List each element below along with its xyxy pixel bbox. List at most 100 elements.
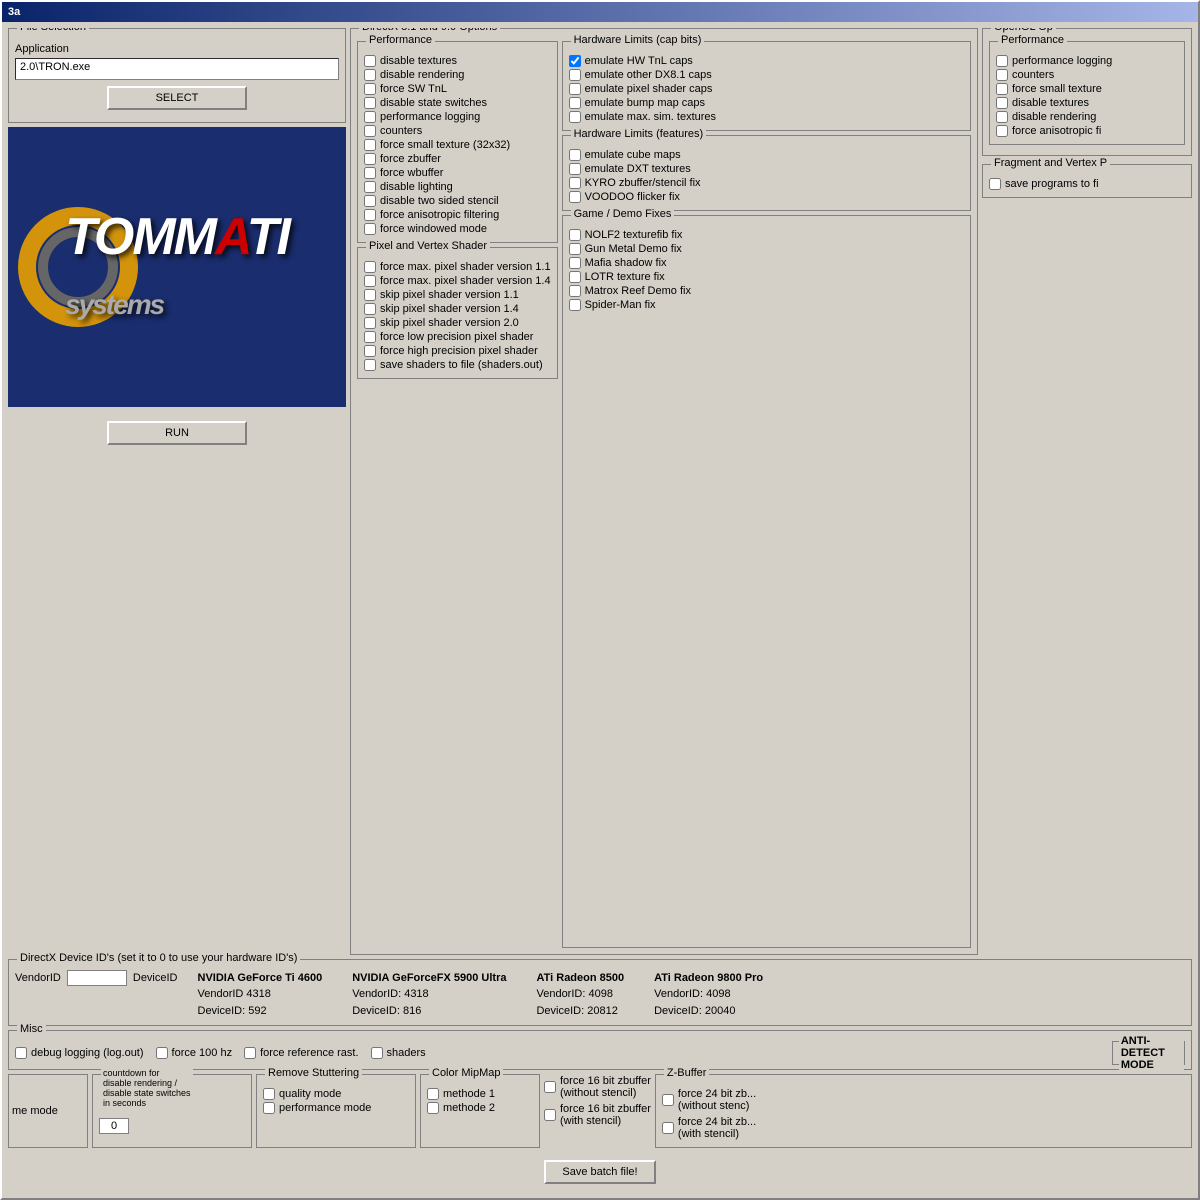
- bottom-row: me mode countdown fordisable rendering /…: [8, 1074, 1192, 1148]
- option-checkbox[interactable]: [364, 345, 376, 357]
- option-checkbox[interactable]: [263, 1088, 275, 1100]
- run-button[interactable]: RUN: [107, 421, 247, 445]
- option-checkbox[interactable]: [364, 331, 376, 343]
- option-checkbox[interactable]: [364, 289, 376, 301]
- option-checkbox[interactable]: [427, 1102, 439, 1114]
- option-checkbox[interactable]: [364, 303, 376, 315]
- option-checkbox[interactable]: [989, 178, 1001, 190]
- fragment-title: Fragment and Vertex P: [991, 157, 1110, 169]
- option-checkbox[interactable]: [996, 69, 1008, 81]
- option-checkbox[interactable]: [996, 111, 1008, 123]
- option-label: force low precision pixel shader: [380, 331, 533, 343]
- stutter-options: quality modeperformance mode: [263, 1087, 409, 1115]
- misc-checkbox[interactable]: [371, 1047, 383, 1059]
- list-item: Mafia shadow fix: [569, 256, 964, 270]
- zbuffer-24-stencil-check[interactable]: [662, 1122, 674, 1134]
- option-checkbox[interactable]: [569, 83, 581, 95]
- option-label: emulate bump map caps: [585, 97, 705, 109]
- option-checkbox[interactable]: [569, 243, 581, 255]
- countdown-input[interactable]: [99, 1118, 129, 1134]
- zbuffer-16-stencil-check[interactable]: [544, 1109, 556, 1121]
- option-checkbox[interactable]: [364, 125, 376, 137]
- option-checkbox[interactable]: [364, 209, 376, 221]
- option-checkbox[interactable]: [569, 257, 581, 269]
- game-fixes-options: NOLF2 texturefib fixGun Metal Demo fixMa…: [569, 228, 964, 312]
- zbuffer-16-stencil-label: force 16 bit zbuffer(with stencil): [560, 1103, 651, 1127]
- zbuffer-row-1: force 16 bit zbuffer(without stencil): [544, 1074, 651, 1100]
- list-item: VOODOO flicker fix: [569, 190, 964, 204]
- select-button[interactable]: SELECT: [107, 86, 247, 110]
- misc-checkbox[interactable]: [156, 1047, 168, 1059]
- list-item: force small texture: [996, 82, 1178, 96]
- option-label: force high precision pixel shader: [380, 345, 538, 357]
- option-label: methode 2: [443, 1102, 495, 1114]
- option-label: counters: [1012, 69, 1054, 81]
- option-label: disable state switches: [380, 97, 487, 109]
- option-checkbox[interactable]: [364, 111, 376, 123]
- option-checkbox[interactable]: [569, 55, 581, 67]
- option-checkbox[interactable]: [569, 163, 581, 175]
- list-item: emulate other DX8.1 caps: [569, 68, 964, 82]
- save-button[interactable]: Save batch file!: [544, 1160, 655, 1184]
- option-checkbox[interactable]: [364, 139, 376, 151]
- option-checkbox[interactable]: [364, 97, 376, 109]
- option-checkbox[interactable]: [364, 167, 376, 179]
- save-row: Save batch file!: [8, 1152, 1192, 1192]
- option-checkbox[interactable]: [364, 55, 376, 67]
- option-checkbox[interactable]: [364, 153, 376, 165]
- option-checkbox[interactable]: [569, 191, 581, 203]
- option-checkbox[interactable]: [364, 317, 376, 329]
- option-checkbox[interactable]: [996, 125, 1008, 137]
- option-checkbox[interactable]: [569, 299, 581, 311]
- option-label: force wbuffer: [380, 167, 443, 179]
- option-checkbox[interactable]: [996, 97, 1008, 109]
- option-checkbox[interactable]: [364, 223, 376, 235]
- fragment-group: Fragment and Vertex P save programs to f…: [982, 164, 1192, 198]
- list-item: force high precision pixel shader: [364, 344, 551, 358]
- option-checkbox[interactable]: [996, 83, 1008, 95]
- option-checkbox[interactable]: [427, 1088, 439, 1100]
- list-item: NOLF2 texturefib fix: [569, 228, 964, 242]
- misc-options: debug logging (log.out)force 100 hzforce…: [15, 1046, 426, 1060]
- list-item: Matrox Reef Demo fix: [569, 284, 964, 298]
- option-checkbox[interactable]: [569, 229, 581, 241]
- option-checkbox[interactable]: [569, 97, 581, 109]
- option-label: performance mode: [279, 1102, 371, 1114]
- option-label: disable rendering: [1012, 111, 1096, 123]
- vendor-id-input[interactable]: [67, 970, 127, 986]
- pixel-shader-options: force max. pixel shader version 1.1force…: [364, 260, 551, 372]
- option-checkbox[interactable]: [569, 149, 581, 161]
- option-checkbox[interactable]: [364, 69, 376, 81]
- performance-group: Performance disable texturesdisable rend…: [357, 41, 558, 243]
- zbuffer-16-nostencil-check[interactable]: [544, 1081, 556, 1093]
- option-checkbox[interactable]: [569, 285, 581, 297]
- option-checkbox[interactable]: [364, 181, 376, 193]
- zbuffer-24-nostencil-check[interactable]: [662, 1094, 674, 1106]
- option-checkbox[interactable]: [364, 261, 376, 273]
- color-mipmap-title: Color MipMap: [429, 1067, 503, 1079]
- option-label: force zbuffer: [380, 153, 441, 165]
- option-checkbox[interactable]: [996, 55, 1008, 67]
- option-label: NOLF2 texturefib fix: [585, 229, 683, 241]
- option-checkbox[interactable]: [569, 177, 581, 189]
- misc-item: force 100 hz: [156, 1046, 233, 1060]
- option-checkbox[interactable]: [569, 69, 581, 81]
- option-checkbox[interactable]: [569, 271, 581, 283]
- list-item: skip pixel shader version 1.1: [364, 288, 551, 302]
- option-checkbox[interactable]: [364, 83, 376, 95]
- list-item: KYRO zbuffer/stencil fix: [569, 176, 964, 190]
- option-checkbox[interactable]: [364, 275, 376, 287]
- option-label: performance logging: [1012, 55, 1112, 67]
- device-card: ATi Radeon 8500VendorID: 4098DeviceID: 2…: [536, 970, 624, 1020]
- option-checkbox[interactable]: [364, 359, 376, 371]
- opengl-group: OpenGL Op Performance performance loggin…: [982, 28, 1192, 156]
- option-checkbox[interactable]: [263, 1102, 275, 1114]
- countdown-title: countdown fordisable rendering /disable …: [101, 1068, 193, 1108]
- device-ids-row: DirectX Device ID's (set it to 0 to use …: [8, 959, 1192, 1027]
- list-item: performance logging: [364, 110, 551, 124]
- option-checkbox[interactable]: [364, 195, 376, 207]
- misc-checkbox[interactable]: [15, 1047, 27, 1059]
- option-label: save programs to fi: [1005, 178, 1099, 190]
- option-checkbox[interactable]: [569, 111, 581, 123]
- misc-checkbox[interactable]: [244, 1047, 256, 1059]
